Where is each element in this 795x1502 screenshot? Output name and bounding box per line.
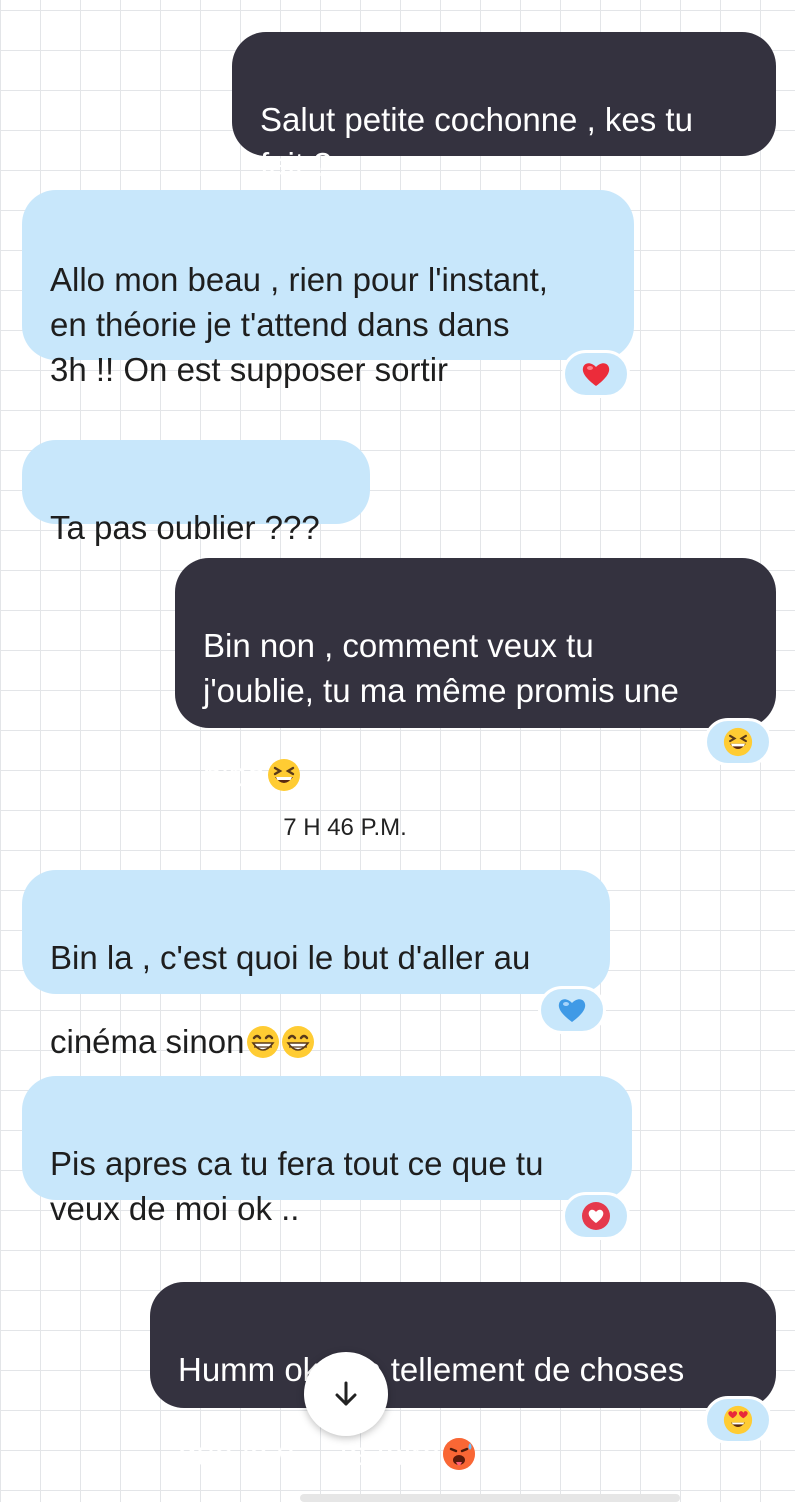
arrow-down-icon bbox=[335, 1381, 357, 1406]
message-text: Allo mon beau , rien pour l'instant, en … bbox=[50, 261, 548, 388]
reaction-badge[interactable] bbox=[704, 1396, 772, 1444]
composer-edge bbox=[300, 1494, 680, 1502]
message-bubble-sent[interactable]: Salut petite cochonne , kes tu fait ? bbox=[232, 32, 776, 183]
message-bubble-sent[interactable]: Humm ok , ya tellement de choses que je … bbox=[150, 1282, 776, 1472]
message-text: Ta pas oublier ??? bbox=[50, 509, 320, 546]
scroll-to-bottom-button[interactable] bbox=[304, 1352, 388, 1436]
beaming-face-icon bbox=[246, 980, 316, 1070]
reaction-badge[interactable] bbox=[562, 350, 630, 398]
message-bubble-received[interactable]: Allo mon beau , rien pour l'instant, en … bbox=[22, 190, 634, 388]
message-bubble-received[interactable]: Ta pas oublier ??? bbox=[22, 440, 370, 546]
reaction-badge[interactable] bbox=[538, 986, 606, 1034]
blue-heart-icon bbox=[558, 999, 586, 1022]
reaction-badge[interactable] bbox=[562, 1192, 630, 1240]
message-text: Salut petite cochonne , kes tu fait ? bbox=[260, 101, 693, 183]
heart-eyes-face-icon bbox=[723, 1405, 753, 1435]
message-bubble-received[interactable]: Bin la , c'est quoi le but d'aller au ci… bbox=[22, 870, 610, 1060]
heart-circle-icon bbox=[582, 1202, 610, 1230]
message-bubble-received[interactable]: Pis apres ca tu fera tout ce que tu veux… bbox=[22, 1076, 632, 1227]
message-bubble-sent[interactable]: Bin non , comment veux tu j'oublie, tu m… bbox=[175, 558, 776, 793]
message-text: Pis apres ca tu fera tout ce que tu veux… bbox=[50, 1145, 544, 1227]
message-text-continued: te faire bbox=[339, 1435, 441, 1472]
grinning-squinting-face-icon bbox=[723, 727, 753, 757]
timestamp: 7 H 46 P.M. bbox=[283, 814, 407, 841]
reaction-badge[interactable] bbox=[704, 718, 772, 766]
grinning-squinting-face-icon bbox=[267, 713, 301, 803]
red-heart-icon bbox=[582, 363, 610, 386]
hot-face-icon bbox=[442, 1392, 476, 1482]
